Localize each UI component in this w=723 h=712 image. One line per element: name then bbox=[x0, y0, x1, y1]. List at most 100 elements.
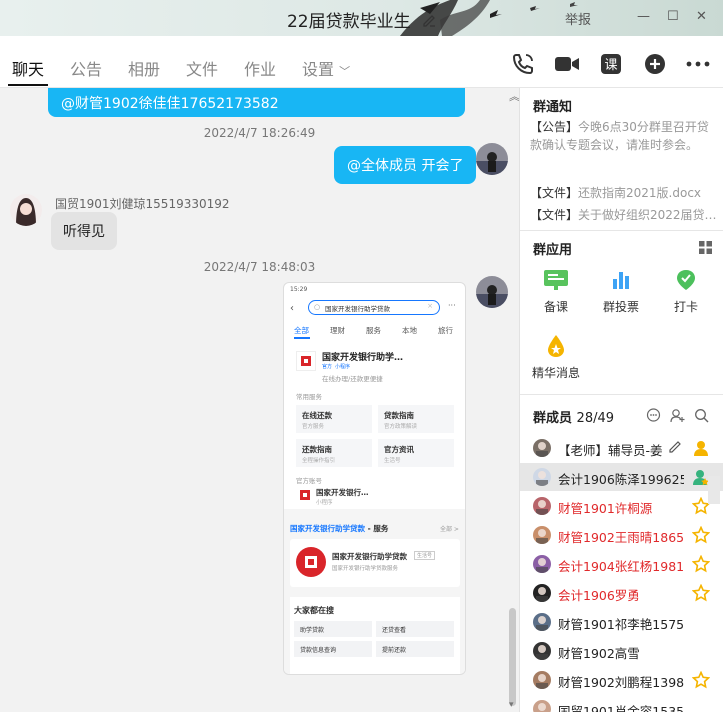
phone-icon[interactable] bbox=[509, 50, 537, 78]
video-call-icon[interactable] bbox=[553, 50, 581, 78]
window-title: 22届贷款毕业生 bbox=[0, 7, 723, 32]
chat-area[interactable]: @财管1902徐佳佳17652173582 2022/4/7 18:26:49 … bbox=[0, 88, 519, 712]
sender-name[interactable]: 国贸1901刘健琼15519330192 bbox=[55, 195, 230, 212]
app-checkin[interactable]: 打卡 bbox=[656, 266, 716, 315]
tab-album[interactable]: 相册 bbox=[128, 56, 160, 80]
avatar[interactable] bbox=[476, 143, 508, 175]
phone-tab-underline bbox=[294, 337, 310, 339]
announcement-item[interactable]: 【公告】今晚6点30分群里召开贷款确认专题会议，请准时参会。 bbox=[530, 118, 716, 176]
collapse-icon[interactable]: ︽ bbox=[509, 88, 519, 104]
tab-announcement[interactable]: 公告 bbox=[70, 56, 102, 80]
divider bbox=[520, 230, 723, 231]
search-icon: ○ bbox=[314, 303, 321, 311]
app-highlights[interactable]: 精华消息 bbox=[526, 332, 586, 381]
app-label: 群投票 bbox=[602, 300, 639, 314]
member-name: 财管1902刘鹏程13981 bbox=[558, 675, 684, 690]
member-name: 【老师】辅导员-姜 bbox=[558, 443, 663, 458]
app-label: 打卡 bbox=[673, 300, 698, 314]
scroll-down-icon[interactable]: ▾ bbox=[509, 700, 514, 710]
phone-lower: 国家开发银行助学贷款 - 服务 全部 > 国家开发银行助学贷款 生活号 国家开发… bbox=[284, 509, 465, 674]
chat-bubble-icon[interactable] bbox=[646, 408, 661, 427]
more-icon[interactable] bbox=[684, 50, 712, 78]
vote-icon bbox=[606, 266, 636, 294]
message-bubble[interactable]: @财管1902徐佳佳17652173582 bbox=[48, 88, 465, 117]
edit-icon[interactable] bbox=[422, 12, 436, 32]
phone-card: 国家开发银行助学… 官方 小程序 在线办理/还款更便捷 常用服务 在线还款 官方… bbox=[290, 343, 460, 507]
service-header: 国家开发银行助学贷款 - 服务 bbox=[290, 523, 388, 534]
card-sub: 国家开发银行助学贷款服务 bbox=[332, 566, 399, 572]
maximize-button[interactable]: ☐ bbox=[667, 9, 679, 24]
avatar[interactable] bbox=[10, 194, 42, 226]
phone-tab: 本地 bbox=[402, 326, 417, 335]
card-title: 国家开发银行助学贷款 bbox=[332, 552, 407, 561]
member-row[interactable]: 会计1906罗勇 bbox=[520, 579, 723, 607]
app-lesson[interactable]: 备课 bbox=[526, 266, 586, 315]
member-row[interactable]: 会计1906陈泽1996256 bbox=[520, 463, 723, 491]
member-row[interactable]: 财管1902高雪 bbox=[520, 637, 723, 665]
card-tag: 生活号 bbox=[414, 551, 436, 560]
member-name: 财管1901许桐源 bbox=[558, 501, 653, 516]
member-avatar bbox=[533, 584, 551, 602]
add-member-icon[interactable] bbox=[670, 408, 685, 427]
member-row[interactable]: 财管1902刘鹏程13981 bbox=[520, 666, 723, 694]
hot-search-title: 大家都在搜 bbox=[294, 606, 334, 615]
hot-search-chip: 贷款信息查询 bbox=[294, 641, 372, 657]
star-icon bbox=[691, 525, 711, 544]
member-row[interactable]: 国贸1901肖余容1535607265 bbox=[520, 695, 723, 712]
member-avatar bbox=[533, 526, 551, 544]
phone-tab: 全部 bbox=[294, 326, 309, 335]
member-name: 财管1901祁李艳157515043 bbox=[558, 617, 684, 632]
panel-scrollbar[interactable] bbox=[708, 476, 720, 504]
message-text: 听得见 bbox=[63, 224, 105, 240]
member-avatar bbox=[533, 439, 551, 457]
image-message[interactable]: 15:29 ‹ ○ 国家开发银行助学贷款 × ··· 全部 理财 服务 本地 旅… bbox=[283, 282, 466, 675]
search-icon[interactable] bbox=[694, 408, 709, 427]
scrollbar-thumb[interactable] bbox=[509, 608, 516, 706]
add-icon[interactable] bbox=[641, 50, 669, 78]
app-vote[interactable]: 群投票 bbox=[591, 266, 651, 315]
file-tag: 【文件】 bbox=[530, 186, 579, 200]
tab-chat[interactable]: 聊天 bbox=[12, 56, 44, 80]
title-bar[interactable]: 22届贷款毕业生 举报 — ☐ ✕ bbox=[0, 0, 723, 36]
service-sub: 全程操作指引 bbox=[302, 458, 336, 464]
tab-homework[interactable]: 作业 bbox=[244, 56, 276, 80]
service-title: 贷款指南 bbox=[384, 411, 414, 420]
member-row[interactable]: 财管1901许桐源 bbox=[520, 492, 723, 520]
hot-search-chip: 还贷查看 bbox=[376, 621, 454, 637]
star-icon bbox=[691, 583, 711, 602]
timestamp: 2022/4/7 18:48:03 bbox=[203, 260, 316, 274]
file-item[interactable]: 【文件】关于做好组织2022届贷… bbox=[530, 206, 716, 224]
service-tile: 还款指南 全程操作指引 bbox=[296, 439, 372, 467]
member-row[interactable]: 会计1904张红杨198160055 bbox=[520, 550, 723, 578]
minimize-button[interactable]: — bbox=[637, 9, 650, 24]
member-avatar bbox=[533, 700, 551, 712]
phone-tab: 服务 bbox=[366, 326, 381, 335]
back-icon: ‹ bbox=[290, 303, 294, 314]
member-avatar bbox=[533, 468, 551, 486]
edit-icon[interactable] bbox=[668, 439, 682, 456]
tab-settings[interactable]: 设置 ﹀ bbox=[302, 56, 350, 80]
member-row[interactable]: 【老师】辅导员-姜 bbox=[520, 434, 723, 462]
member-row[interactable]: 财管1901祁李艳157515043 bbox=[520, 608, 723, 636]
grid-icon[interactable] bbox=[699, 239, 712, 258]
report-button[interactable]: 举报 bbox=[565, 9, 591, 28]
avatar[interactable] bbox=[476, 276, 508, 308]
message-bubble[interactable]: @全体成员 开会了 bbox=[334, 146, 477, 184]
service-sub: 官方政策解读 bbox=[384, 424, 418, 430]
mini-tag: 官方 bbox=[322, 364, 333, 370]
mini-program-title: 国家开发银行助学… bbox=[322, 353, 404, 363]
class-icon[interactable]: 课 bbox=[597, 50, 625, 78]
tab-files[interactable]: 文件 bbox=[186, 56, 218, 80]
member-row[interactable]: 财管1902王雨晴186517 bbox=[520, 521, 723, 549]
file-name: 还款指南2021版.docx bbox=[578, 186, 702, 200]
section-label: 常用服务 bbox=[296, 393, 322, 401]
message-bubble[interactable]: 听得见 bbox=[51, 212, 117, 250]
lesson-icon bbox=[541, 266, 571, 294]
member-name: 会计1906罗勇 bbox=[558, 588, 640, 603]
account-name: 国家开发银行… bbox=[316, 488, 369, 497]
hot-search-card: 大家都在搜 助学贷款 还贷查看 贷款信息查询 提前还款 bbox=[290, 597, 460, 674]
phone-tab: 理财 bbox=[330, 326, 345, 335]
account-sub: 小程序 bbox=[316, 500, 333, 506]
file-item[interactable]: 【文件】还款指南2021版.docx bbox=[530, 184, 716, 202]
close-button[interactable]: ✕ bbox=[696, 9, 707, 24]
